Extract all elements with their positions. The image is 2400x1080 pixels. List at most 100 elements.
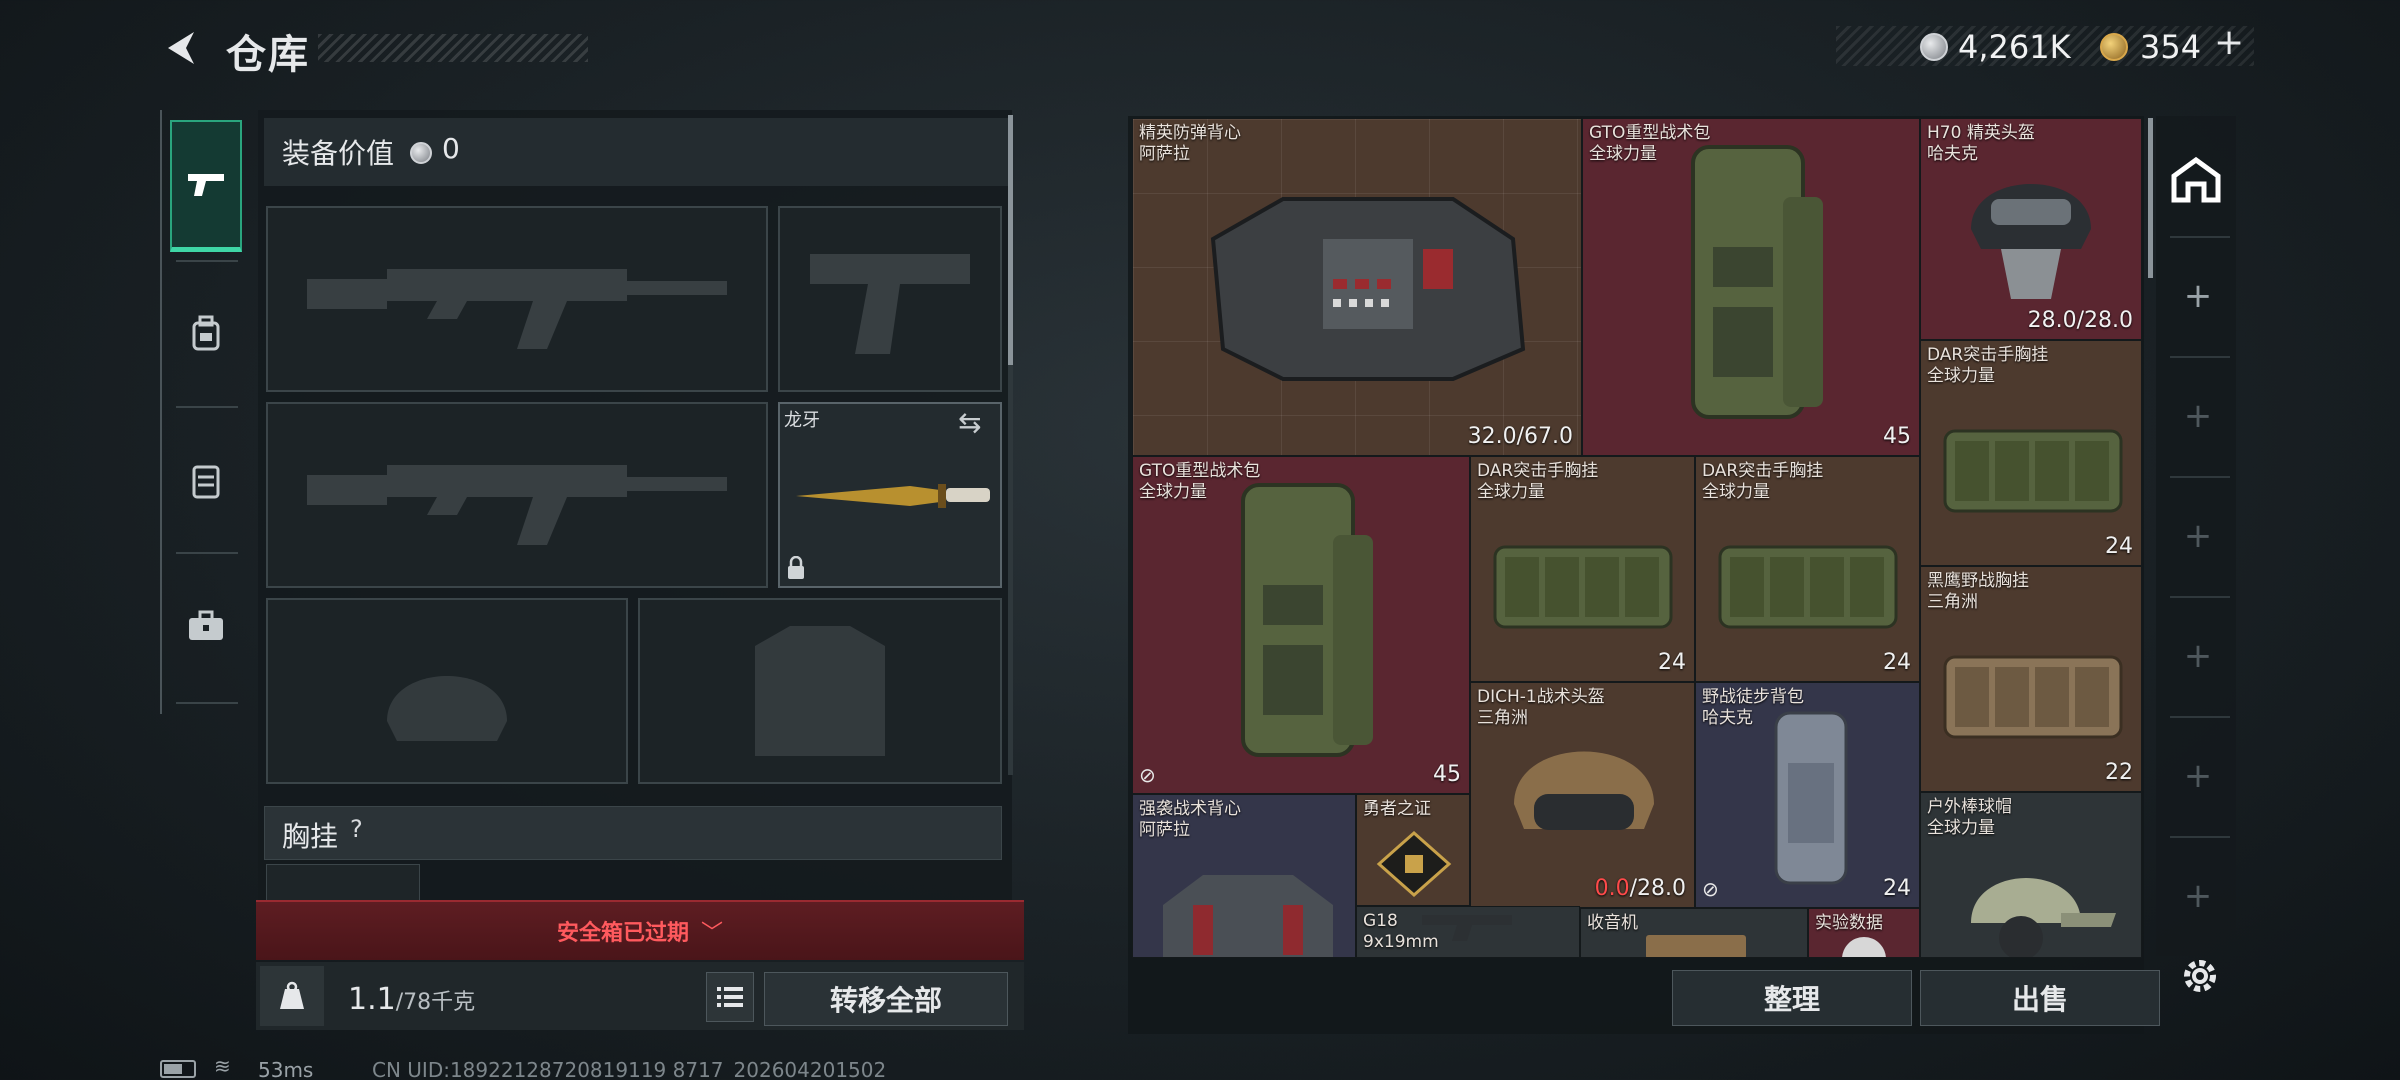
- equipment-value-label: 装备价值: [282, 137, 395, 170]
- chest-rig-icon: [1493, 545, 1673, 629]
- stash-item[interactable]: H70 精英头盔 哈夫克 28.0/28.0: [1920, 118, 2142, 340]
- toolbox-icon: [189, 610, 223, 640]
- back-arrow-icon: [168, 32, 194, 64]
- armor-slot[interactable]: [638, 598, 1002, 784]
- helmet-icon: [1971, 184, 2091, 299]
- title-decoration: [318, 34, 588, 62]
- add-stash-page-button[interactable]: +: [2180, 636, 2216, 676]
- page-title: 仓库: [226, 32, 310, 78]
- settings-button[interactable]: [2178, 954, 2222, 1002]
- armor-silhouette-icon: [755, 626, 885, 756]
- lock-icon: [786, 555, 806, 584]
- battery-level: [164, 1064, 182, 1074]
- tab-weapons[interactable]: [170, 120, 242, 252]
- knife-icon: [796, 484, 990, 508]
- back-button[interactable]: [160, 26, 204, 70]
- add-stash-page-button[interactable]: +: [2180, 876, 2216, 916]
- stash-item[interactable]: GTO重型战术包 全球力量 ⊘ 45: [1132, 456, 1470, 794]
- stash-item[interactable]: 收音机: [1580, 908, 1808, 958]
- chest-rig-label: 胸挂: [282, 820, 339, 853]
- melee-item-name: 龙牙: [784, 410, 820, 431]
- stash-item[interactable]: 勇者之证: [1356, 794, 1470, 906]
- tab-supplies[interactable]: [170, 414, 242, 546]
- gear-icon: [2184, 960, 2216, 992]
- stash-item[interactable]: 户外棒球帽 全球力量: [1920, 792, 2142, 958]
- sell-button[interactable]: 出售: [1920, 970, 2160, 1026]
- silver-amount: 4,261K: [1958, 28, 2071, 66]
- weight-icon: [260, 966, 324, 1026]
- stash-item[interactable]: G18 9x19mm: [1356, 906, 1580, 958]
- backpack-icon: [1774, 711, 1848, 885]
- data-disk-icon: [1842, 937, 1886, 957]
- add-stash-page-button[interactable]: +: [2180, 276, 2216, 316]
- rifle-silhouette-icon: [307, 269, 727, 349]
- carry-weight: 1.1/78千克: [348, 982, 475, 1017]
- backpack-icon: [1241, 483, 1373, 757]
- no-insure-icon: ⊘: [1702, 877, 1719, 901]
- add-stash-page-button[interactable]: +: [2180, 396, 2216, 436]
- stash-item[interactable]: DICH-1战术头盔 三角洲 0.0/28.0: [1470, 682, 1695, 908]
- help-icon[interactable]: ?: [350, 815, 363, 843]
- stash-item[interactable]: DAR突击手胸挂 全球力量 24: [1695, 456, 1920, 682]
- stash-item[interactable]: 精英防弹背心 阿萨拉 32.0/67.0: [1132, 118, 1582, 456]
- tab-toolbox[interactable]: [170, 560, 242, 692]
- stash-page-home[interactable]: [2166, 140, 2226, 220]
- carry-weight-max: /78千克: [395, 990, 476, 1015]
- capacity-label: 24: [1883, 650, 1911, 675]
- tab-gear[interactable]: [170, 268, 242, 400]
- stash-item[interactable]: 强袭战术背心 阿萨拉: [1132, 794, 1356, 958]
- warehouse-icon: [2171, 156, 2221, 203]
- helmet-silhouette-icon: [387, 676, 507, 741]
- capacity-label: 45: [1433, 762, 1461, 787]
- stash-item[interactable]: DAR突击手胸挂 全球力量 24: [1920, 340, 2142, 566]
- user-uid: CN UID:18922128720819119 8717_2026042015…: [372, 1058, 887, 1080]
- token-icon: [1376, 830, 1452, 898]
- rifle-silhouette-icon: [307, 465, 727, 545]
- carry-weight-current: 1.1: [348, 982, 396, 1017]
- case-icon: [192, 465, 220, 499]
- stash-item[interactable]: 黑鹰野战胸挂 三角洲 22: [1920, 566, 2142, 792]
- safe-box-status: 安全箱已过期: [556, 921, 689, 946]
- wifi-icon: ≋: [214, 1054, 231, 1078]
- list-icon: [717, 987, 743, 1007]
- list-view-button[interactable]: [706, 972, 754, 1022]
- equipment-value: 0: [442, 132, 460, 165]
- gold-amount: 354: [2140, 28, 2202, 66]
- stash-item[interactable]: 野战徒步背包 哈夫克 ⊘ 24: [1695, 682, 1920, 908]
- primary-weapon-slot[interactable]: [266, 206, 768, 392]
- capacity-label: 24: [1658, 650, 1686, 675]
- pistol-icon: [1422, 915, 1512, 941]
- add-stash-page-button[interactable]: +: [2180, 756, 2216, 796]
- stash-scroll-thumb[interactable]: [2148, 118, 2153, 278]
- safe-box-banner[interactable]: 安全箱已过期 ﹀: [256, 900, 1024, 960]
- swap-icon[interactable]: ⇆: [958, 406, 981, 439]
- add-currency-button[interactable]: +: [2214, 22, 2244, 63]
- chest-rig-slot[interactable]: [266, 864, 420, 904]
- stash-item[interactable]: DAR突击手胸挂 全球力量 24: [1470, 456, 1695, 682]
- add-stash-page-button[interactable]: +: [2180, 516, 2216, 556]
- helmet-slot[interactable]: [266, 598, 628, 784]
- pistol-silhouette-icon: [810, 254, 970, 354]
- stash-grid: 精英防弹背心 阿萨拉 32.0/67.0 GTO重型战术包 全球力量 45 H70 …: [1132, 118, 2142, 958]
- stash-item[interactable]: 实验数据: [1808, 908, 1920, 958]
- ping-readout: 53ms: [258, 1058, 314, 1080]
- backpack-icon: [1691, 145, 1823, 419]
- tidy-button[interactable]: 整理: [1672, 970, 1912, 1026]
- capacity-label: 22: [2105, 760, 2133, 785]
- capacity-label: 24: [1883, 876, 1911, 901]
- armor-vest-icon: [1210, 197, 1526, 381]
- no-insure-icon: ⊘: [1139, 763, 1156, 787]
- secondary-weapon-slot[interactable]: [778, 206, 1002, 392]
- durability-label: 32.0/67.0: [1467, 424, 1573, 449]
- tertiary-weapon-slot[interactable]: [266, 402, 768, 588]
- durability-label: 0.0/28.0: [1594, 876, 1686, 901]
- stash-item[interactable]: GTO重型战术包 全球力量 45: [1582, 118, 1920, 456]
- armor-vest-icon: [1163, 875, 1333, 957]
- transfer-all-button[interactable]: 转移全部: [764, 972, 1008, 1026]
- equipment-scroll-thumb[interactable]: [1008, 115, 1013, 365]
- cap-icon: [1971, 878, 2116, 957]
- durability-label: 28.0/28.0: [2027, 308, 2133, 333]
- helmet-icon: [1514, 751, 1654, 830]
- chest-rig-bar: [264, 806, 1002, 860]
- chest-rig-icon: [1943, 655, 2123, 739]
